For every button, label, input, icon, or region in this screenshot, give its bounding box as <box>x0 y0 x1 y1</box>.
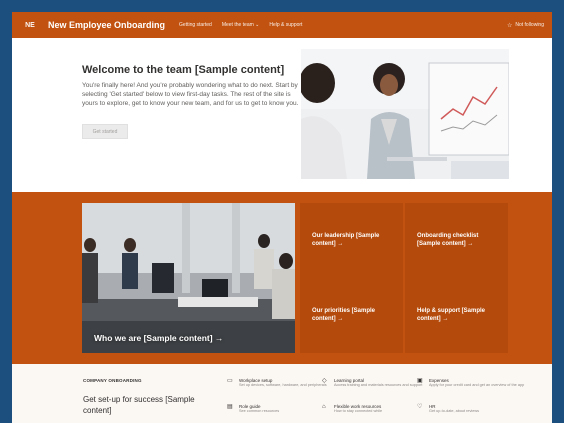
nav-item-getting-started[interactable]: Getting started <box>179 22 212 28</box>
setup-section: COMPANY ONBOARDING Get set-up for succes… <box>12 364 552 423</box>
tile-onboarding-checklist[interactable]: Onboarding checklist [Sample content] → <box>405 203 508 278</box>
quick-links-band: Who we are [Sample content] → Our leader… <box>12 192 552 364</box>
people-icon: ⌂ <box>322 404 326 410</box>
link-learning-portal[interactable]: ◇ Learning portal Access training and mat… <box>322 378 422 388</box>
link-description: Apply for your credit card and get an ov… <box>429 383 525 387</box>
tile-help-support[interactable]: Help & support [Sample content] → <box>405 278 508 353</box>
tile-who-we-are-label: Who we are [Sample content] → <box>94 333 224 343</box>
office-photo-illustration <box>82 203 295 353</box>
link-workplace-setup[interactable]: ▭ Workplace setup Set up devices, softwar… <box>227 378 327 388</box>
site-title[interactable]: New Employee Onboarding <box>48 20 165 30</box>
sharepoint-page: NE New Employee Onboarding Getting start… <box>12 12 552 423</box>
link-expenses[interactable]: ▣ Expenses Apply for your credit card and… <box>417 378 524 388</box>
link-hr[interactable]: ♡ HR Get up-to-date, about reviews <box>417 404 479 414</box>
follow-label: Not following <box>515 22 544 28</box>
tile-onboarding-checklist-label: Onboarding checklist [Sample content] → <box>417 233 479 247</box>
welcome-body: You're finally here! And you're probably… <box>82 82 299 107</box>
heart-icon: ♡ <box>417 404 423 410</box>
hero-photo <box>301 49 509 179</box>
get-started-button[interactable]: Get started <box>82 124 128 139</box>
welcome-section: Welcome to the team [Sample content] You… <box>12 38 552 202</box>
link-description: See common resources <box>239 409 280 413</box>
card-icon: ▣ <box>417 378 423 384</box>
laptop-icon: ▭ <box>227 378 233 384</box>
site-header: NE New Employee Onboarding Getting start… <box>12 12 552 38</box>
link-role-guide[interactable]: ▤ Role guide See common resources <box>227 404 279 414</box>
link-description: Set up devices, software, hardware, and … <box>239 383 327 387</box>
link-description: Get up-to-date, about reviews <box>429 409 480 413</box>
graduation-cap-icon: ◇ <box>322 378 327 384</box>
link-description: How to stay connected while <box>334 409 383 413</box>
link-description: Access training and materials resources … <box>334 383 423 387</box>
follow-button[interactable]: ☆ Not following <box>507 22 544 29</box>
office-meeting-illustration <box>301 49 509 179</box>
top-navigation: Getting started Meet the team ⌄ Help & s… <box>179 22 302 28</box>
section-eyebrow: COMPANY ONBOARDING <box>83 378 142 383</box>
nav-item-meet-the-team[interactable]: Meet the team ⌄ <box>222 22 260 28</box>
link-flexible-work[interactable]: ⌂ Flexible work resources How to stay con… <box>322 404 382 414</box>
star-icon: ☆ <box>506 22 513 29</box>
welcome-title: Welcome to the team [Sample content] <box>82 64 285 76</box>
book-icon: ▤ <box>227 404 233 410</box>
tile-our-priorities-label: Our priorities [Sample content] → <box>312 308 376 322</box>
site-logo[interactable]: NE <box>22 17 38 33</box>
tile-our-priorities[interactable]: Our priorities [Sample content] → <box>300 278 403 353</box>
tile-our-leadership[interactable]: Our leadership [Sample content] → <box>300 203 403 278</box>
nav-item-help-support[interactable]: Help & support <box>269 22 302 28</box>
tile-our-leadership-label: Our leadership [Sample content] → <box>312 233 380 247</box>
setup-title: Get set-up for success [Sample content] <box>83 395 195 415</box>
tile-help-support-label: Help & support [Sample content] → <box>417 308 486 322</box>
tile-who-we-are[interactable]: Who we are [Sample content] → <box>82 203 295 353</box>
